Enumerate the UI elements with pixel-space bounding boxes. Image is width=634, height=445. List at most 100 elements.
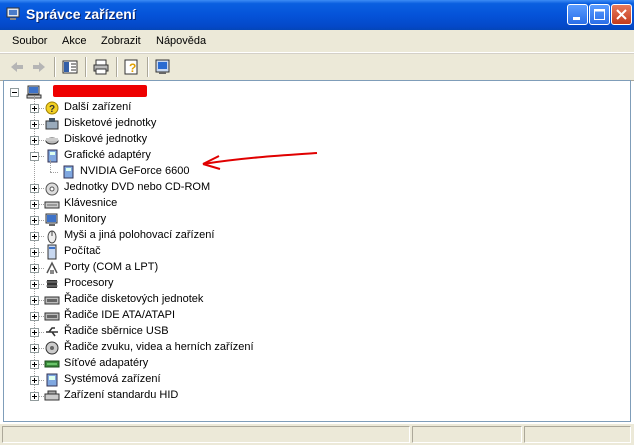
tree-category-label: Klávesnice — [64, 197, 118, 209]
tree-category-label: Diskové jednotky — [64, 133, 148, 145]
annotation-arrow — [202, 152, 318, 170]
expand-toggle[interactable] — [30, 376, 39, 385]
toolbar: ? — [0, 53, 634, 81]
menu-napoveda[interactable]: Nápověda — [156, 35, 206, 47]
expand-toggle[interactable] — [30, 264, 39, 273]
tree-category-row[interactable]: Síťové adapatéry — [24, 356, 344, 372]
tree-category-label: Zařízení standardu HID — [64, 389, 179, 401]
tree-category-row[interactable]: Zařízení standardu HID — [24, 388, 344, 404]
tree-category-row[interactable]: Řadiče sběrnice USB — [24, 324, 344, 340]
expand-toggle[interactable] — [30, 392, 39, 401]
expand-toggle[interactable] — [30, 360, 39, 369]
window-title: Správce zařízení — [26, 6, 136, 22]
tree-category-row[interactable]: Řadiče IDE ATA/ATAPI — [24, 308, 344, 324]
scan-hardware-icon[interactable] — [154, 58, 172, 76]
minimize-icon — [573, 17, 580, 20]
expand-toggle[interactable] — [30, 120, 39, 129]
menu-zobrazit[interactable]: Zobrazit — [101, 35, 141, 47]
collapse-toggle[interactable] — [30, 152, 39, 161]
cdrom-icon — [45, 182, 59, 196]
expand-toggle[interactable] — [30, 344, 39, 353]
title-bar[interactable]: Správce zařízení — [0, 0, 634, 30]
mouse-icon — [47, 230, 57, 244]
tree-category-label: Porty (COM a LPT) — [64, 261, 159, 273]
expand-toggle[interactable] — [30, 200, 39, 209]
expand-toggle[interactable] — [30, 280, 39, 289]
expand-toggle[interactable] — [30, 232, 39, 241]
collapse-toggle[interactable] — [10, 88, 19, 97]
tree-category-label: Řadiče disketových jednotek — [64, 293, 204, 305]
computer-icon — [47, 244, 57, 260]
network-icon — [44, 360, 60, 368]
status-bar — [0, 423, 634, 445]
usb-icon — [46, 327, 58, 337]
tree-category-row[interactable]: Myši a jiná polohovací zařízení — [24, 228, 344, 244]
tree-category-label: Řadiče zvuku, videa a herních zařízení — [64, 341, 254, 353]
tree-category-label: Řadiče IDE ATA/ATAPI — [64, 309, 176, 321]
tree-category-row[interactable]: Řadiče disketových jednotek — [24, 292, 344, 308]
tree-category-row[interactable]: Jednotky DVD nebo CD-ROM — [24, 180, 344, 196]
menu-akce[interactable]: Akce — [62, 35, 86, 47]
tree-category-label: Procesory — [64, 277, 114, 289]
tree-category-row[interactable]: Monitory — [24, 212, 344, 228]
tree-category-row[interactable]: ? Další zařízení — [24, 100, 344, 116]
tree-category-row[interactable]: Systémová zařízení — [24, 372, 344, 388]
toolbar-separator — [147, 57, 149, 77]
forward-arrow-icon[interactable] — [30, 58, 48, 76]
maximize-button[interactable] — [589, 4, 610, 25]
tree-category-label: Disketové jednotky — [64, 117, 157, 129]
controller-icon — [44, 312, 60, 321]
status-cell — [412, 426, 522, 443]
expand-toggle[interactable] — [30, 136, 39, 145]
status-cell — [524, 426, 631, 443]
floppy-drive-icon — [45, 118, 59, 130]
device-manager-icon — [6, 7, 20, 20]
tree-category-label: Systémová zařízení — [64, 373, 161, 385]
tree-category-label: Síťové adapatéry — [64, 357, 149, 369]
device-tree[interactable]: ? Další zařízení Disketové jednotky Diskové… — [3, 80, 631, 422]
expand-toggle[interactable] — [30, 104, 39, 113]
print-icon[interactable] — [92, 58, 110, 76]
system-icon — [46, 373, 58, 387]
expand-toggle[interactable] — [30, 216, 39, 225]
tree-device-label: NVIDIA GeForce 6600 — [80, 165, 190, 177]
monitor-icon — [45, 213, 58, 226]
tree-category-label: Další zařízení — [64, 101, 132, 113]
processor-icon — [46, 280, 58, 288]
tree-category-label: Myši a jiná polohovací zařízení — [64, 229, 215, 241]
minimize-button[interactable] — [567, 4, 588, 25]
expand-toggle[interactable] — [30, 328, 39, 337]
expand-toggle[interactable] — [30, 296, 39, 305]
back-arrow-icon[interactable] — [8, 58, 26, 76]
tree-category-row[interactable]: Porty (COM a LPT) — [24, 260, 344, 276]
tree-category-row[interactable]: Disketové jednotky — [24, 116, 344, 132]
tree-connector — [50, 160, 52, 172]
tree-category-label: Grafické adaptéry — [64, 149, 151, 161]
expand-toggle[interactable] — [30, 248, 39, 257]
redacted-computer-name — [53, 85, 147, 97]
expand-toggle[interactable] — [30, 184, 39, 193]
maximize-icon — [594, 9, 605, 20]
tree-category-row[interactable]: Počítač — [24, 244, 344, 260]
tree-category-label: Řadiče sběrnice USB — [64, 325, 169, 337]
status-cell-main — [2, 426, 410, 443]
close-icon — [616, 9, 627, 20]
tree-category-row[interactable]: Klávesnice — [24, 196, 344, 212]
tree-category-row[interactable]: Diskové jednotky — [24, 132, 344, 148]
toolbar-separator — [54, 57, 56, 77]
tree-category-row[interactable]: Procesory — [24, 276, 344, 292]
toolbar-separator — [85, 57, 87, 77]
display-adapter-icon — [63, 165, 74, 179]
tree-category-row[interactable]: Řadiče zvuku, videa a herních zařízení — [24, 340, 344, 356]
sound-icon — [45, 341, 59, 355]
expand-toggle[interactable] — [30, 312, 39, 321]
help-properties-icon[interactable]: ? — [123, 58, 141, 76]
svg-text:?: ? — [129, 61, 136, 75]
controller-icon — [44, 296, 60, 305]
tree-category-label: Monitory — [64, 213, 107, 225]
show-hide-console-tree-icon[interactable] — [61, 58, 79, 76]
menu-soubor[interactable]: Soubor — [12, 35, 47, 47]
keyboard-icon — [44, 201, 60, 209]
close-button[interactable] — [611, 4, 632, 25]
tree-category-label: Počítač — [64, 245, 101, 257]
